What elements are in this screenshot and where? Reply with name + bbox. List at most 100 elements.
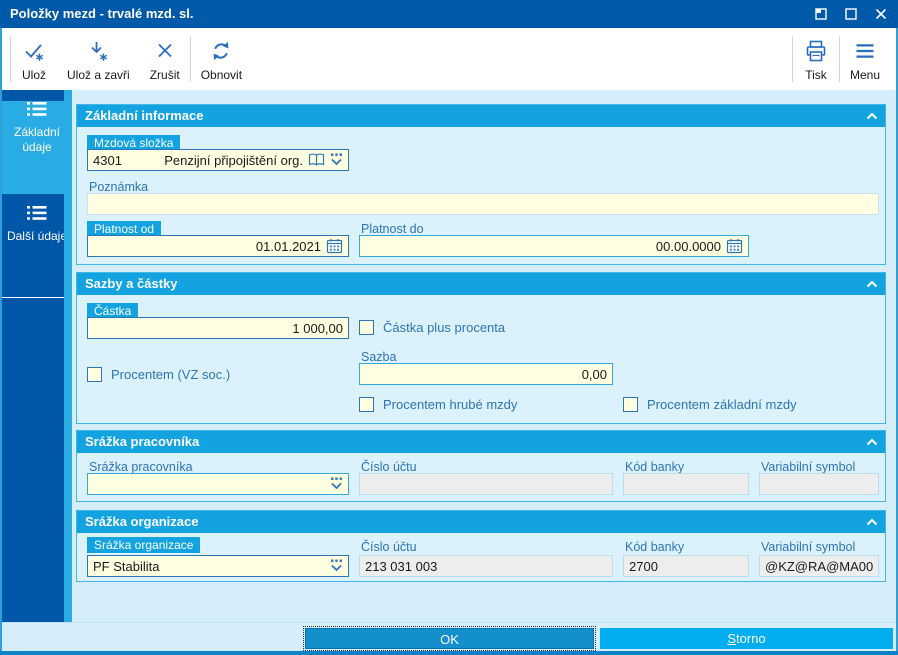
print-button[interactable]: Tisk [793, 31, 839, 87]
save-icon [21, 39, 47, 66]
mzdova-slozka-code: 4301 [93, 152, 122, 168]
mzdova-slozka-name: Penzijní připojištění org. [164, 152, 303, 168]
sazba-value: 0,00 [581, 366, 607, 382]
mzdova-slozka-input[interactable]: 4301 Penzijní připojištění org. [87, 149, 349, 171]
section-header: Srážka pracovníka [77, 431, 885, 453]
kod-banky-input: 2700 [623, 555, 749, 577]
checkbox-box [359, 320, 374, 335]
section-header: Sazby a částky [77, 273, 885, 295]
poznamka-input[interactable] [87, 193, 879, 215]
variabilni-symbol-label: Variabilní symbol [761, 540, 856, 554]
checkbox-label: Procentem hrubé mzdy [383, 397, 518, 412]
platnost-do-value: 00.00.0000 [655, 238, 721, 254]
calendar-icon[interactable] [726, 238, 743, 254]
collapse-icon[interactable] [864, 514, 880, 537]
kod-banky-label: Kód banky [625, 540, 685, 554]
save-button[interactable]: Ulož [11, 31, 57, 87]
save-close-icon [85, 39, 111, 66]
sidebar-tab-zakladni-udaje[interactable]: Základní údaje [2, 101, 72, 194]
procentem-zakladni-mzdy-checkbox[interactable]: Procentem základní mzdy [623, 397, 797, 412]
window-controls [814, 0, 888, 28]
section-title: Srážka organizace [85, 514, 199, 529]
castka-value: 1 000,00 [292, 320, 343, 336]
checkbox-label: Částka plus procenta [383, 320, 506, 335]
platnost-do-input[interactable]: 00.00.0000 [359, 235, 749, 257]
cislo-uctu-input [359, 473, 613, 495]
variabilni-symbol-input [759, 473, 879, 495]
menu-icon [852, 39, 878, 66]
sidebar-tab-label: Další údaje [6, 229, 68, 244]
dropdown-icon[interactable] [330, 559, 343, 573]
print-label: Tisk [805, 68, 827, 82]
checkbox-box [623, 397, 638, 412]
calendar-icon[interactable] [326, 238, 343, 254]
window-border-bottom [0, 651, 898, 655]
menu-button[interactable]: Menu [840, 31, 890, 87]
toolbar-right-group: Tisk Menu [791, 28, 890, 90]
cancel-icon [152, 39, 178, 66]
section-header: Základní informace [77, 105, 885, 127]
dropdown-icon[interactable] [330, 477, 343, 491]
platnost-od-input[interactable]: 01.01.2021 [87, 235, 349, 257]
cancel-button[interactable]: Zrušit [140, 31, 190, 87]
sidebar-tab-label: Základní údaje [13, 125, 61, 154]
checkbox-box [87, 367, 102, 382]
kod-banky-input [623, 473, 749, 495]
srazka-organizace-value: PF Stabilita [93, 558, 160, 574]
menu-label: Menu [849, 68, 880, 82]
print-icon [803, 39, 829, 66]
variabilni-symbol-value: @KZ@RA@MA00 [765, 558, 874, 574]
section-srazka-pracovnika: Srážka pracovníka Srážka pracovníka Čísl… [76, 430, 886, 502]
toolbar-left-group: Ulož Ulož a zavři Zrušit Obnovit [10, 28, 252, 90]
storno-label: Storno [727, 631, 766, 646]
section-zakladni-informace: Základní informace Mzdová složka 4301 Pe… [76, 104, 886, 265]
sidebar-tab-dalsi-udaje[interactable]: Další údaje [2, 205, 72, 298]
section-title: Srážka pracovníka [85, 434, 200, 449]
collapse-icon[interactable] [864, 108, 880, 131]
cislo-uctu-label: Číslo účtu [361, 540, 417, 554]
variabilni-symbol-input: @KZ@RA@MA00 [759, 555, 879, 577]
book-icon[interactable] [308, 153, 325, 167]
section-sazby-a-castky: Sazby a částky Částka 1 000,00 Částka pl… [76, 272, 886, 424]
checkbox-label: Procentem (VZ soc.) [111, 367, 231, 382]
cancel-label: Zrušit [149, 68, 180, 82]
section-title: Sazby a částky [85, 276, 178, 291]
float-icon[interactable] [814, 7, 828, 21]
list-icon [26, 101, 48, 120]
ok-label: OK [440, 632, 459, 647]
window-title: Položky mezd - trvalé mzd. sl. [10, 6, 194, 21]
save-close-label: Ulož a zavři [67, 68, 130, 82]
sidebar: Základní údaje Další údaje [2, 90, 72, 623]
close-icon[interactable] [874, 7, 888, 21]
ok-button[interactable]: OK [303, 626, 596, 651]
save-close-button[interactable]: Ulož a zavři [57, 31, 140, 87]
refresh-icon [208, 39, 234, 66]
procentem-vz-soc-checkbox[interactable]: Procentem (VZ soc.) [87, 367, 230, 382]
storno-button[interactable]: Storno [600, 628, 893, 649]
srazka-organizace-label: Srážka organizace [87, 537, 201, 553]
section-header: Srážka organizace [77, 511, 885, 533]
refresh-label: Obnovit [200, 68, 243, 82]
dropdown-icon[interactable] [330, 153, 343, 167]
kod-banky-value: 2700 [629, 558, 658, 574]
sazba-input[interactable]: 0,00 [359, 363, 613, 385]
toolbar: Ulož Ulož a zavři Zrušit Obnovit Tisk Me… [2, 28, 896, 90]
sidebar-accent-strip [64, 90, 72, 623]
castka-input[interactable]: 1 000,00 [87, 317, 349, 339]
refresh-button[interactable]: Obnovit [191, 31, 252, 87]
content-footer-divider [2, 622, 896, 623]
collapse-icon[interactable] [864, 434, 880, 457]
cislo-uctu-value: 213 031 003 [365, 558, 438, 574]
cislo-uctu-input: 213 031 003 [359, 555, 613, 577]
procentem-hrube-mzdy-checkbox[interactable]: Procentem hrubé mzdy [359, 397, 517, 412]
section-srazka-organizace: Srážka organizace Srážka organizace PF S… [76, 510, 886, 582]
srazka-organizace-input[interactable]: PF Stabilita [87, 555, 349, 577]
list-icon [26, 205, 48, 224]
platnost-od-value: 01.01.2021 [255, 238, 321, 254]
checkbox-box [359, 397, 374, 412]
maximize-icon[interactable] [844, 7, 858, 21]
srazka-pracovnika-input[interactable] [87, 473, 349, 495]
collapse-icon[interactable] [864, 276, 880, 299]
castka-plus-procenta-checkbox[interactable]: Částka plus procenta [359, 320, 505, 335]
save-label: Ulož [21, 68, 46, 82]
